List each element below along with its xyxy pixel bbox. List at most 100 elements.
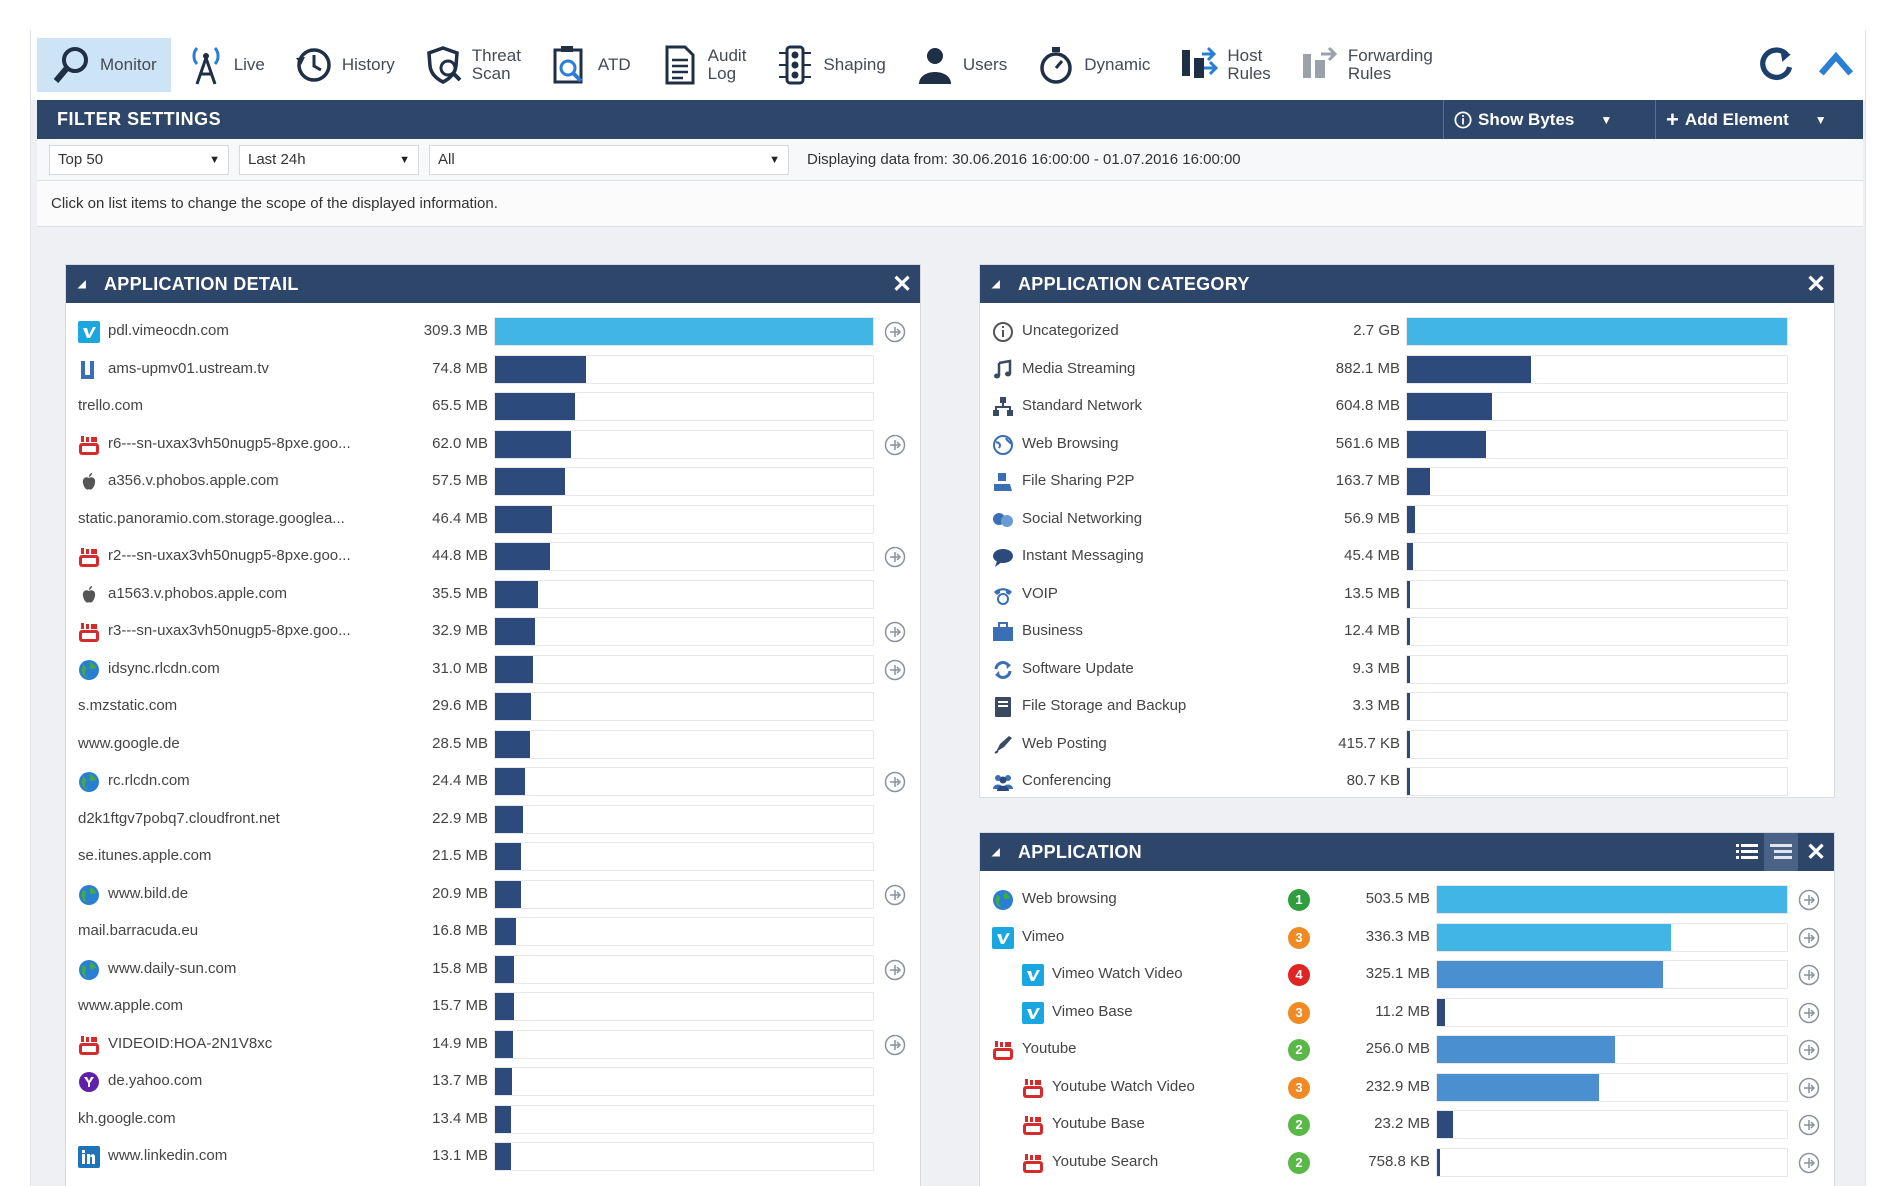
app-detail-row[interactable]: r3---sn-uxax3vh50nugp5-8pxe.goo... 32.9 M… [66, 613, 920, 650]
app-category-row[interactable]: Business 12.4 MB [980, 613, 1834, 650]
toolbar-tab-audit-log[interactable]: Audit Log [645, 38, 761, 92]
item-name: www.bild.de [108, 884, 189, 902]
drill-down-icon[interactable] [884, 546, 906, 568]
drill-down-icon[interactable] [1798, 1152, 1820, 1174]
application-row[interactable]: Vimeo 3 336.3 MB [980, 919, 1834, 956]
app-detail-row[interactable]: pdl.vimeocdn.com 309.3 MB [66, 313, 920, 350]
bar-track [494, 1029, 874, 1059]
drill-down-icon[interactable] [1798, 1114, 1820, 1136]
toolbar-tab-host-rules[interactable]: Host Rules [1164, 38, 1284, 92]
app-detail-row[interactable]: de.yahoo.com 13.7 MB [66, 1063, 920, 1100]
show-bytes-button[interactable]: Show Bytes ▼ [1443, 100, 1655, 139]
top-n-select[interactable]: Top 50 ▼ [49, 144, 229, 175]
add-element-button[interactable]: + Add Element ▼ [1655, 100, 1863, 139]
app-detail-row[interactable]: se.itunes.apple.com 21.5 MB [66, 838, 920, 875]
app-detail-row[interactable]: mail.barracuda.eu 16.8 MB [66, 913, 920, 950]
app-detail-row[interactable]: www.google.de 28.5 MB [66, 726, 920, 763]
app-detail-row[interactable]: www.daily-sun.com 15.8 MB [66, 951, 920, 988]
item-value: 74.8 MB [432, 359, 488, 377]
app-detail-row[interactable]: VIDEOID:HOA-2N1V8xc 14.9 MB [66, 1026, 920, 1063]
app-category-row[interactable]: File Sharing P2P 163.7 MB [980, 463, 1834, 500]
bar-track [494, 917, 874, 946]
app-detail-row[interactable]: www.apple.com 15.7 MB [66, 988, 920, 1025]
drill-down-icon[interactable] [1798, 1039, 1820, 1061]
application-row[interactable]: Youtube 2 256.0 MB [980, 1031, 1834, 1068]
app-category-row[interactable]: Standard Network 604.8 MB [980, 388, 1834, 425]
app-category-row[interactable]: Web Posting 415.7 KB [980, 726, 1834, 763]
app-category-row[interactable]: File Storage and Backup 3.3 MB [980, 688, 1834, 725]
value-bar [1407, 618, 1410, 645]
collapse-triangle-icon[interactable]: ◢ [992, 847, 1004, 858]
social-icon [992, 509, 1014, 531]
scope-select[interactable]: All ▼ [429, 144, 789, 175]
app-category-row[interactable]: Web Browsing 561.6 MB [980, 426, 1834, 463]
toolbar-tab-monitor[interactable]: Monitor [37, 38, 171, 92]
close-icon[interactable]: ✕ [884, 270, 920, 299]
drill-down-icon[interactable] [884, 884, 906, 906]
app-detail-row[interactable]: trello.com 65.5 MB [66, 388, 920, 425]
list-view-icon[interactable] [1730, 833, 1764, 871]
app-detail-row[interactable]: d2k1ftgv7pobq7.cloudfront.net 22.9 MB [66, 801, 920, 838]
drill-down-icon[interactable] [884, 771, 906, 793]
close-icon[interactable]: ✕ [1798, 838, 1834, 867]
toolbar-tab-live[interactable]: Live [171, 38, 279, 92]
app-detail-row[interactable]: ams-upmv01.ustream.tv 74.8 MB [66, 351, 920, 388]
app-detail-row[interactable]: idsync.rlcdn.com 31.0 MB [66, 651, 920, 688]
item-value: 3.3 MB [1352, 697, 1400, 714]
app-detail-row[interactable]: a1563.v.phobos.apple.com 35.5 MB [66, 576, 920, 613]
drill-down-icon[interactable] [1798, 927, 1820, 949]
app-category-row[interactable]: Uncategorized 2.7 GB [980, 313, 1834, 350]
tree-view-icon[interactable] [1764, 833, 1798, 871]
item-value: 336.3 MB [1365, 927, 1430, 945]
app-detail-row[interactable]: www.linkedin.com 13.1 MB [66, 1138, 920, 1175]
time-period-select[interactable]: Last 24h ▼ [239, 144, 419, 175]
app-category-row[interactable]: Software Update 9.3 MB [980, 651, 1834, 688]
toolbar-tab-label: Host Rules [1227, 46, 1271, 83]
app-category-row[interactable]: Instant Messaging 45.4 MB [980, 538, 1834, 575]
application-row[interactable]: Youtube Watch Video 3 232.9 MB [980, 1069, 1834, 1106]
app-category-row[interactable]: Media Streaming 882.1 MB [980, 351, 1834, 388]
drill-down-icon[interactable] [884, 659, 906, 681]
bar-track [494, 1142, 874, 1171]
drill-down-icon[interactable] [1798, 964, 1820, 986]
app-detail-row[interactable]: kh.google.com 13.4 MB [66, 1101, 920, 1138]
music-icon [992, 359, 1014, 381]
drill-down-icon[interactable] [1798, 1002, 1820, 1024]
app-category-row[interactable]: Conferencing 80.7 KB [980, 763, 1834, 800]
app-detail-row[interactable]: rc.rlcdn.com 24.4 MB [66, 763, 920, 800]
application-row[interactable]: Web browsing 1 503.5 MB [980, 881, 1834, 918]
collapse-triangle-icon[interactable]: ◢ [992, 279, 1004, 290]
app-detail-row[interactable]: static.panoramio.com.storage.googlea... 4… [66, 501, 920, 538]
collapse-up-icon[interactable] [1815, 44, 1857, 86]
drill-down-icon[interactable] [1798, 889, 1820, 911]
collapse-triangle-icon[interactable]: ◢ [78, 279, 90, 290]
toolbar-tab-threat-scan[interactable]: Threat Scan [409, 38, 535, 92]
toolbar-tab-users[interactable]: Users [900, 38, 1021, 92]
toolbar-right [1755, 44, 1865, 86]
drill-down-icon[interactable] [1798, 1077, 1820, 1099]
application-row[interactable]: Vimeo Base 3 11.2 MB [980, 994, 1834, 1031]
app-detail-row[interactable]: s.mzstatic.com 29.6 MB [66, 688, 920, 725]
toolbar-tab-atd[interactable]: ATD [535, 38, 645, 92]
app-detail-row[interactable]: r2---sn-uxax3vh50nugp5-8pxe.goo... 44.8 M… [66, 538, 920, 575]
application-row[interactable]: Youtube Base 2 23.2 MB [980, 1106, 1834, 1143]
application-row[interactable]: Vimeo Watch Video 4 325.1 MB [980, 956, 1834, 993]
close-icon[interactable]: ✕ [1798, 270, 1834, 299]
value-bar [1437, 1111, 1454, 1138]
refresh-icon[interactable] [1755, 44, 1797, 86]
app-detail-row[interactable]: www.bild.de 20.9 MB [66, 876, 920, 913]
app-category-row[interactable]: VOIP 13.5 MB [980, 576, 1834, 613]
application-row[interactable]: Youtube Search 2 758.8 KB [980, 1144, 1834, 1181]
app-category-row[interactable]: Social Networking 56.9 MB [980, 501, 1834, 538]
drill-down-icon[interactable] [884, 434, 906, 456]
drill-down-icon[interactable] [884, 621, 906, 643]
toolbar-tab-forwarding-rules[interactable]: Forwarding Rules [1285, 38, 1447, 92]
drill-down-icon[interactable] [884, 1034, 906, 1056]
toolbar-tab-shaping[interactable]: Shaping [760, 38, 899, 92]
toolbar-tab-dynamic[interactable]: Dynamic [1021, 38, 1164, 92]
drill-down-icon[interactable] [884, 959, 906, 981]
toolbar-tab-history[interactable]: History [279, 38, 409, 92]
drill-down-icon[interactable] [884, 321, 906, 343]
app-detail-row[interactable]: a356.v.phobos.apple.com 57.5 MB [66, 463, 920, 500]
app-detail-row[interactable]: r6---sn-uxax3vh50nugp5-8pxe.goo... 62.0 M… [66, 426, 920, 463]
